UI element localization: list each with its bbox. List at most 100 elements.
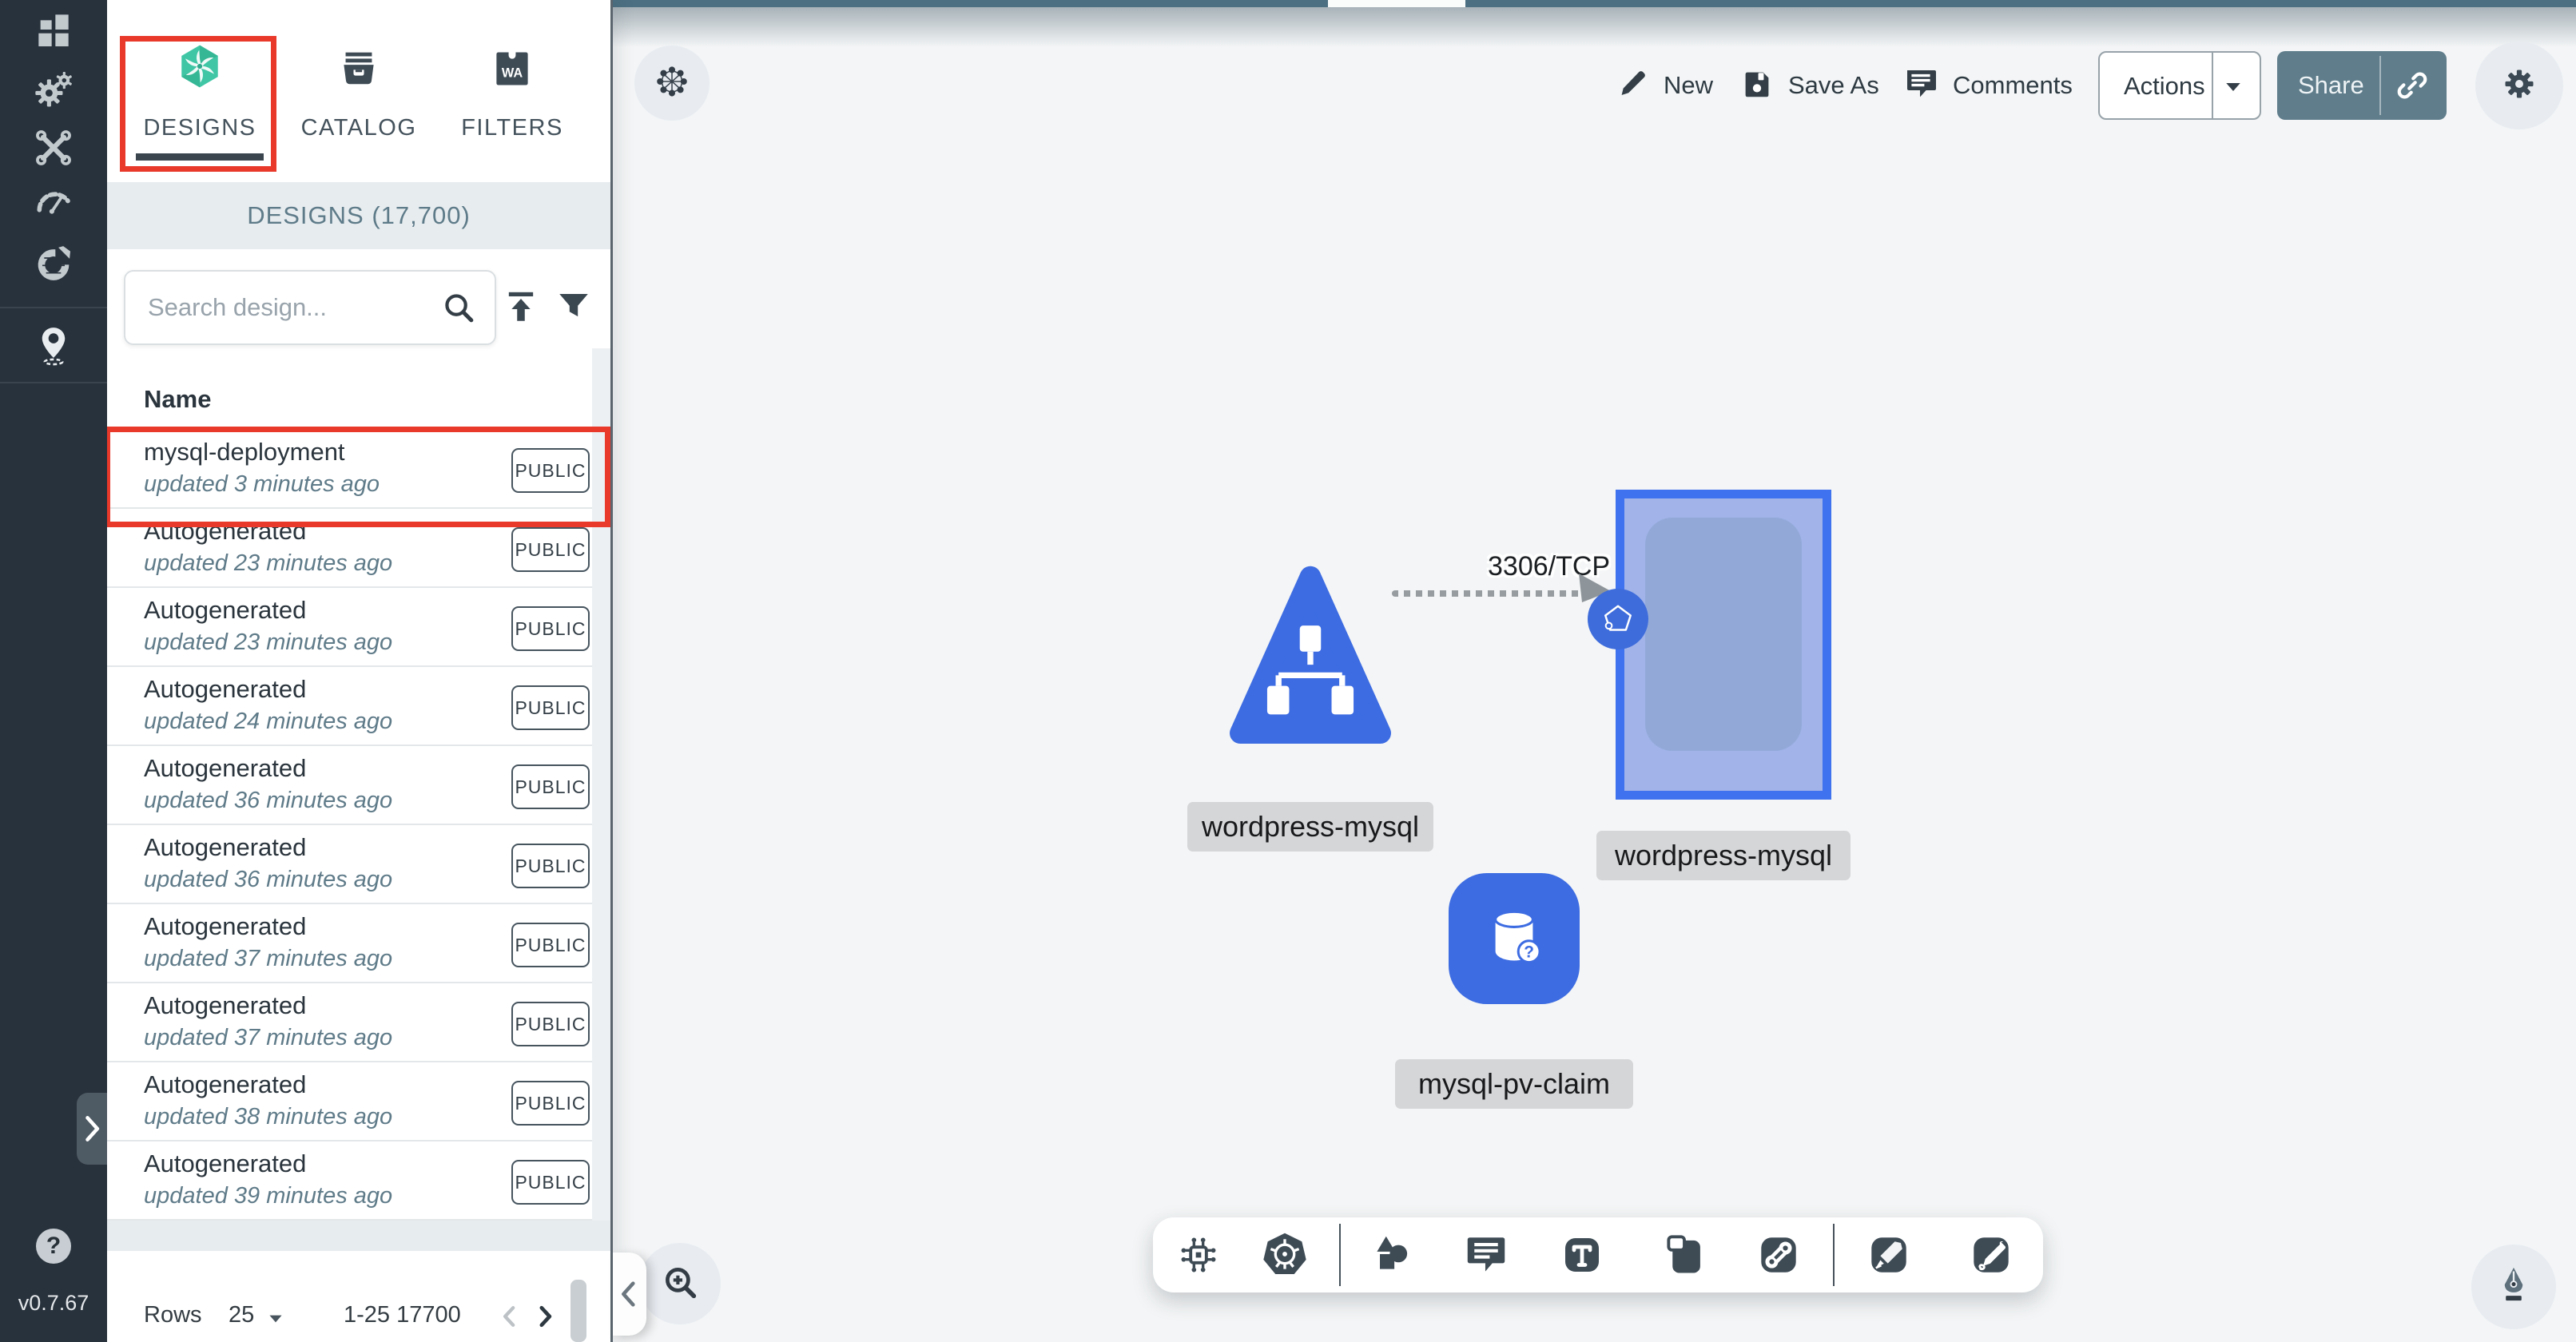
visibility-badge: PUBLIC: [511, 1002, 590, 1046]
chevron-left-icon: [616, 1278, 642, 1314]
design-updated: updated 39 minutes ago: [144, 1183, 392, 1209]
text-tool[interactable]: [1556, 1229, 1608, 1280]
wa-badge-text: WA: [502, 66, 523, 80]
zoom-button[interactable]: [639, 1243, 721, 1324]
design-list-item[interactable]: Autogenerated updated 38 minutes ago PUB…: [107, 1062, 592, 1141]
tab-designs[interactable]: [175, 43, 225, 93]
top-strip-shadow: [613, 7, 2576, 47]
actions-button[interactable]: Actions: [2098, 51, 2261, 120]
import-design-icon[interactable]: [500, 286, 542, 332]
note-tool[interactable]: [1659, 1229, 1710, 1280]
comment-tool[interactable]: [1461, 1229, 1512, 1280]
search-input[interactable]: [146, 276, 429, 339]
dock-divider: [1339, 1224, 1341, 1286]
visibility-badge: PUBLIC: [511, 1160, 590, 1205]
node-service-triangle[interactable]: [1229, 559, 1392, 760]
designs-list: mysql-deployment updated 3 minutes ago P…: [107, 430, 592, 1221]
tab-filters[interactable]: WA: [490, 48, 535, 93]
filter-icon[interactable]: [553, 286, 594, 332]
design-list-item[interactable]: Autogenerated updated 37 minutes ago PUB…: [107, 904, 592, 983]
sidebar-expand-tab[interactable]: [77, 1093, 107, 1165]
nav-kanvas-icon[interactable]: [31, 323, 76, 367]
nav-configuration-icon[interactable]: [31, 125, 76, 170]
pencil-draw-tool[interactable]: [1966, 1229, 2017, 1280]
left-nav: ? v0.7.67: [0, 0, 107, 1342]
design-name: Autogenerated: [144, 517, 306, 546]
canvas[interactable]: [613, 0, 2576, 1342]
new-button[interactable]: New: [1614, 64, 1713, 107]
kanvas-app: New Save As Comments Actions Share: [0, 0, 2576, 1342]
design-updated: updated 37 minutes ago: [144, 946, 392, 972]
dock-divider: [1833, 1224, 1835, 1286]
design-list-item[interactable]: Autogenerated updated 36 minutes ago PUB…: [107, 825, 592, 904]
link-tool[interactable]: [1753, 1229, 1804, 1280]
nav-dashboard-icon[interactable]: [31, 7, 76, 52]
design-list-item[interactable]: Autogenerated updated 39 minutes ago PUB…: [107, 1141, 592, 1221]
design-updated: updated 23 minutes ago: [144, 629, 392, 656]
shapes-tool[interactable]: [1366, 1229, 1417, 1280]
workload-inner-shape: [1645, 518, 1802, 751]
design-name: mysql-deployment: [144, 438, 345, 467]
name-column-header[interactable]: Name: [144, 385, 211, 414]
edge-service-to-workload[interactable]: [1392, 590, 1590, 597]
search-icon[interactable]: [439, 288, 479, 332]
save-icon: [1739, 66, 1775, 106]
designs-count-header: DESIGNS (17,700): [107, 182, 610, 249]
rows-per-page-caret-icon[interactable]: [265, 1310, 286, 1332]
share-label: Share: [2298, 71, 2364, 100]
design-list-item[interactable]: Autogenerated updated 37 minutes ago PUB…: [107, 983, 592, 1062]
actions-label: Actions: [2124, 72, 2205, 101]
panel-collapse-tab[interactable]: [613, 1253, 646, 1336]
tab-catalog-label[interactable]: CATALOG: [279, 115, 439, 141]
design-list-item[interactable]: Autogenerated updated 24 minutes ago PUB…: [107, 667, 592, 746]
visibility-badge: PUBLIC: [511, 764, 590, 809]
design-name: Autogenerated: [144, 596, 306, 625]
copy-link-icon[interactable]: [2392, 66, 2432, 109]
design-name: Autogenerated: [144, 675, 306, 704]
save-as-button[interactable]: Save As: [1739, 64, 1879, 107]
cluster-button[interactable]: [634, 46, 710, 121]
meshery-logo-icon: [175, 42, 225, 95]
tab-designs-label[interactable]: DESIGNS: [120, 115, 280, 141]
new-label: New: [1664, 71, 1713, 100]
component-tool[interactable]: [1173, 1229, 1224, 1280]
settings-button[interactable]: [2475, 42, 2563, 129]
design-updated: updated 23 minutes ago: [144, 550, 392, 577]
tab-catalog[interactable]: [336, 46, 382, 93]
pen-arrow-tool[interactable]: [1863, 1229, 1914, 1280]
pencil-icon: [1614, 66, 1651, 106]
share-divider: [2379, 56, 2381, 115]
previous-page-icon[interactable]: [494, 1300, 526, 1336]
design-list-item[interactable]: mysql-deployment updated 3 minutes ago P…: [107, 430, 592, 509]
rows-per-page-label: Rows: [144, 1302, 202, 1328]
share-button[interactable]: Share: [2277, 51, 2447, 120]
nav-lifecycle-icon[interactable]: [31, 67, 76, 112]
nav-extensions-icon[interactable]: [31, 241, 76, 286]
design-list-item[interactable]: Autogenerated updated 23 minutes ago PUB…: [107, 588, 592, 667]
design-list-item[interactable]: Autogenerated updated 23 minutes ago PUB…: [107, 509, 592, 588]
help-button[interactable]: ?: [36, 1229, 71, 1264]
node-pvc[interactable]: ?: [1449, 873, 1580, 1004]
tab-designs-active-indicator: [136, 153, 264, 161]
design-name: Autogenerated: [144, 912, 306, 941]
tab-filters-label[interactable]: FILTERS: [432, 115, 592, 141]
pod-endpoint-icon[interactable]: [1588, 589, 1648, 649]
mesh-cluster-icon: [654, 63, 690, 104]
design-mode-button[interactable]: [2471, 1245, 2556, 1329]
question-mark-icon: ?: [46, 1233, 61, 1260]
nav-performance-icon[interactable]: [31, 180, 76, 224]
node-workload-selected[interactable]: [1616, 490, 1831, 800]
next-page-icon[interactable]: [529, 1300, 561, 1336]
node-label-workload: wordpress-mysql: [1596, 831, 1851, 880]
scrollbar-thumb[interactable]: [570, 1280, 586, 1342]
design-list-item[interactable]: Autogenerated updated 36 minutes ago PUB…: [107, 746, 592, 825]
search-box: [124, 270, 496, 345]
design-name: Autogenerated: [144, 833, 306, 862]
comments-label: Comments: [1953, 71, 2073, 100]
design-updated: updated 36 minutes ago: [144, 867, 392, 893]
kubernetes-tool[interactable]: [1259, 1229, 1310, 1280]
comments-button[interactable]: Comments: [1902, 64, 2073, 107]
gear-icon: [2499, 64, 2539, 108]
rows-per-page-value[interactable]: 25: [229, 1302, 254, 1328]
chevron-down-icon[interactable]: [2221, 77, 2245, 101]
